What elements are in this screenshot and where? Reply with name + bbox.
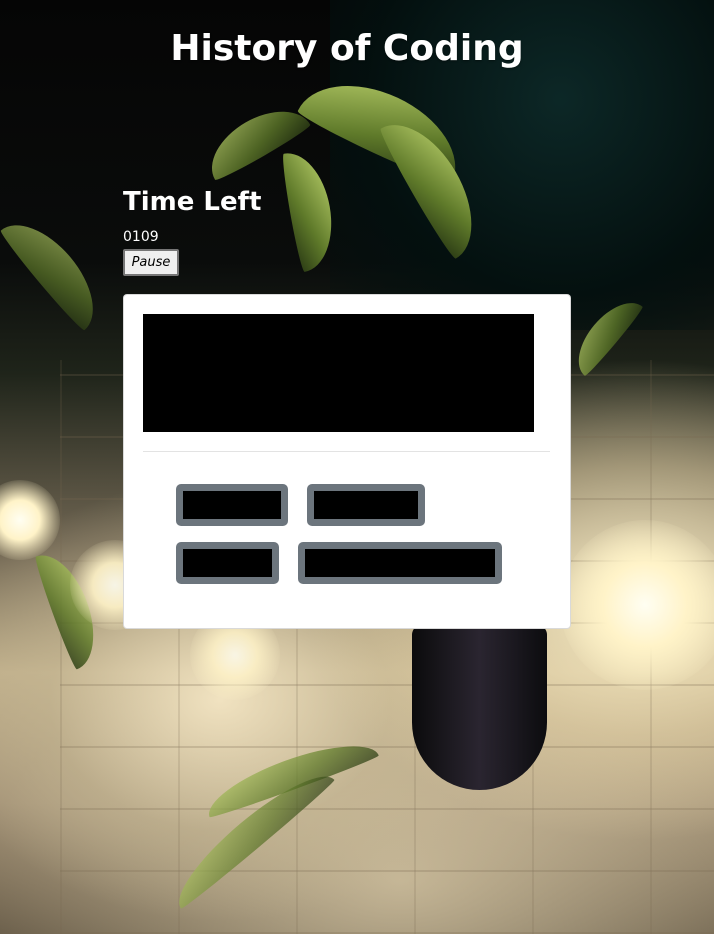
time-left-value: 0109 bbox=[123, 229, 159, 245]
answer-button-4[interactable] bbox=[298, 542, 502, 584]
answer-button-3[interactable] bbox=[176, 542, 279, 584]
quiz-card bbox=[123, 294, 571, 629]
time-left-heading: Time Left bbox=[123, 187, 262, 217]
hanging-planter bbox=[412, 625, 547, 790]
question-box bbox=[143, 314, 534, 432]
answer-button-1[interactable] bbox=[176, 484, 288, 526]
card-divider bbox=[143, 451, 550, 452]
pause-button[interactable]: Pause bbox=[123, 249, 179, 276]
page-title: History of Coding bbox=[170, 28, 524, 69]
answer-button-2[interactable] bbox=[307, 484, 425, 526]
